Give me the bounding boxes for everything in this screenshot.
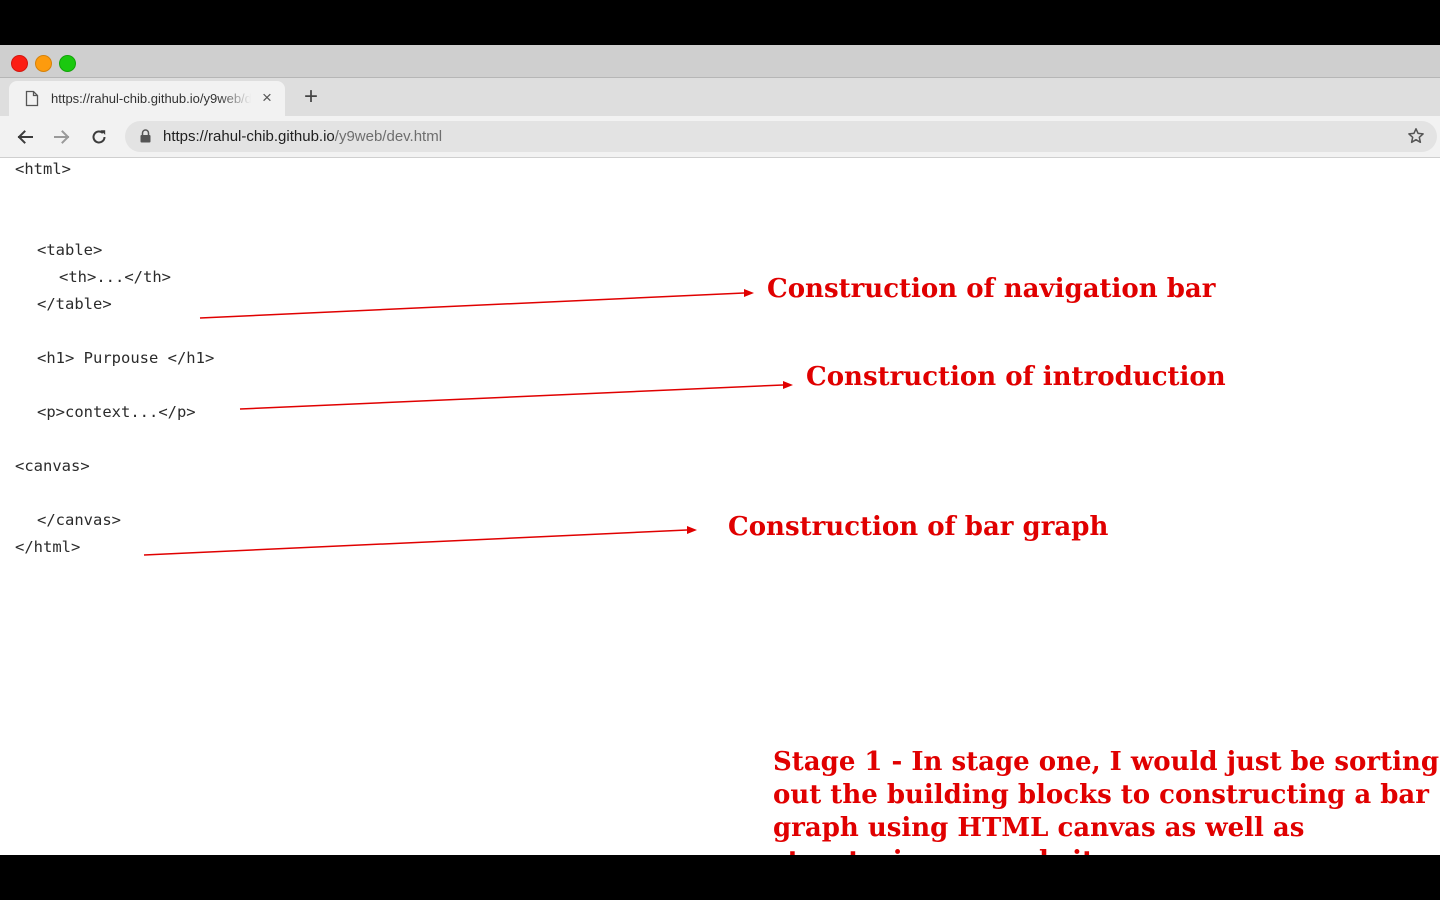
arrow-bar-graph (143, 526, 697, 556)
stage-note-line: graph using HTML canvas as well as (773, 813, 1305, 843)
arrow-introduction (239, 381, 793, 410)
reload-icon[interactable] (89, 127, 109, 147)
annotation-introduction: Construction of introduction (806, 362, 1226, 392)
code-line-h1: <h1> Purpouse </h1> (37, 349, 215, 367)
tab-strip: https://rahul-chib.github.io/y9web/dev.h… (0, 78, 1440, 116)
browser-toolbar: https://rahul-chib.github.io/y9web/dev.h… (0, 116, 1440, 158)
page-content: <html> <table> <th>...</th> </table> <h1… (0, 158, 1440, 855)
close-tab-icon[interactable]: × (258, 89, 276, 107)
tab-dev-html[interactable]: https://rahul-chib.github.io/y9web/dev.h… (9, 81, 285, 116)
code-line-table-open: <table> (37, 241, 103, 259)
stage-1-note: Stage 1 - In stage one, I would just be … (773, 746, 1440, 855)
lock-icon (140, 129, 151, 143)
code-line-html-open: <html> (15, 160, 71, 178)
code-line-th: <th>...</th> (59, 268, 171, 286)
url-path: /y9web/dev.html (334, 128, 443, 145)
zoom-window-button[interactable] (59, 55, 76, 72)
code-line-canvas-open: <canvas> (15, 457, 90, 475)
annotation-navigation-bar: Construction of navigation bar (767, 274, 1216, 304)
forward-arrow-icon[interactable] (52, 127, 72, 147)
stage-note-line: structuring my website. (773, 845, 1423, 855)
back-arrow-icon[interactable] (15, 127, 35, 147)
annotation-bar-graph: Construction of bar graph (728, 512, 1109, 542)
title-bar (0, 45, 1440, 78)
bookmark-star-icon[interactable] (1407, 127, 1425, 145)
page-icon (25, 90, 39, 107)
close-window-button[interactable] (11, 55, 28, 72)
tab-title: https://rahul-chib.github.io/y9web/dev.h… (51, 91, 251, 106)
address-bar[interactable]: https://rahul-chib.github.io/y9web/dev.h… (125, 121, 1437, 152)
arrow-navigation-bar (199, 289, 754, 319)
stage-note-line: out the building blocks to constructing … (773, 780, 1429, 810)
stage-note-line: Stage 1 - In stage one, I would just be … (773, 747, 1440, 777)
url-text[interactable]: https://rahul-chib.github.io/y9web/dev.h… (163, 128, 442, 145)
new-tab-button[interactable]: + (300, 84, 322, 110)
code-line-p: <p>context...</p> (37, 403, 196, 421)
code-line-canvas-close: </canvas> (37, 511, 121, 529)
code-line-table-close: </table> (37, 295, 112, 313)
code-line-html-close: </html> (15, 538, 81, 556)
browser-window: https://rahul-chib.github.io/y9web/dev.h… (0, 45, 1440, 855)
url-host: https://rahul-chib.github.io (163, 128, 335, 145)
minimize-window-button[interactable] (35, 55, 52, 72)
